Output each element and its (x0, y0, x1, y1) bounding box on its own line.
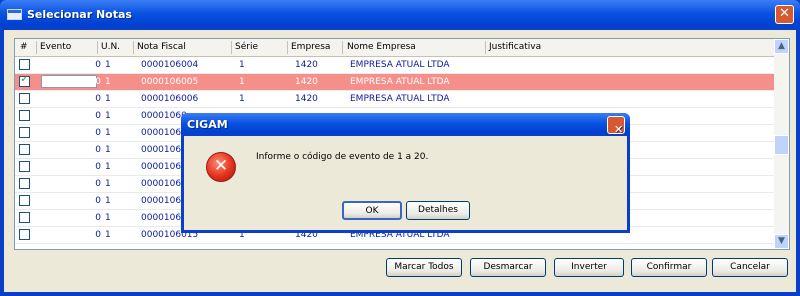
cell-evento: 0 (95, 179, 101, 189)
cell-nota-fiscal: 00001060 (141, 145, 187, 155)
row-checkbox[interactable] (19, 178, 30, 189)
col-header-nota-fiscal[interactable]: Nota Fiscal (137, 42, 186, 52)
col-header-empresa[interactable]: Empresa (291, 42, 330, 52)
cell-evento: 0 (95, 94, 101, 104)
cell-un: 1 (105, 179, 111, 189)
cell-un: 1 (105, 77, 111, 87)
cell-un: 1 (105, 230, 111, 240)
grid-vertical-scrollbar[interactable]: ▲ ▼ (774, 39, 789, 249)
cell-evento: 0 (95, 60, 101, 70)
marcar-todos-button[interactable]: Marcar Todos (386, 258, 462, 277)
cell-nota-fiscal: 00001060 (141, 162, 187, 172)
cell-evento: 0 (95, 77, 101, 87)
dialog-titlebar[interactable]: CIGAM ✕ (181, 113, 630, 136)
cell-nota-fiscal: 0000106005 (141, 77, 199, 87)
cell-un: 1 (105, 213, 111, 223)
cell-evento: 0 (95, 213, 101, 223)
cell-nota-fiscal: 0000106006 (141, 94, 199, 104)
cell-un: 1 (105, 162, 111, 172)
dialog-message: Informe o código de evento de 1 a 20. (256, 152, 429, 162)
row-checkbox[interactable] (19, 212, 30, 223)
detalhes-button[interactable]: Detalhes (406, 201, 470, 220)
desmarcar-button[interactable]: Desmarcar (470, 258, 546, 277)
row-checkbox[interactable] (19, 229, 30, 240)
cell-evento: 0 (95, 128, 101, 138)
cell-un: 1 (105, 60, 111, 70)
cancelar-button[interactable]: Cancelar (712, 258, 788, 277)
col-header-check[interactable]: # (20, 42, 28, 52)
col-header-evento[interactable]: Evento (40, 42, 71, 52)
window-titlebar[interactable]: Selecionar Notas ✕ (0, 0, 800, 30)
evento-edit-field[interactable] (41, 75, 97, 88)
row-checkbox[interactable] (19, 144, 30, 155)
table-row[interactable]: 0 1 0000106004 1 1420 EMPRESA ATUAL LTDA (15, 57, 775, 74)
col-header-nome-empresa[interactable]: Nome Empresa (347, 42, 416, 52)
col-header-justificativa[interactable]: Justificativa (489, 42, 541, 52)
error-icon: ✕ (206, 152, 236, 182)
table-row[interactable]: ✓ 0 1 0000106005 1 1420 EMPRESA ATUAL LTDA (15, 74, 775, 91)
cell-un: 1 (105, 145, 111, 155)
scroll-thumb[interactable] (774, 135, 789, 155)
window-app-icon (7, 9, 22, 20)
row-checkbox[interactable] (19, 161, 30, 172)
cell-serie: 1 (239, 60, 245, 70)
cell-evento: 0 (95, 145, 101, 155)
cell-nome-empresa: EMPRESA ATUAL LTDA (350, 60, 450, 70)
scroll-up-arrow-icon[interactable]: ▲ (774, 39, 789, 54)
scroll-down-arrow-icon[interactable]: ▼ (774, 234, 789, 249)
ok-button[interactable]: OK (342, 201, 402, 220)
cell-empresa: 1420 (295, 60, 318, 70)
cell-nota-fiscal: 00001060 (141, 128, 187, 138)
grid-header: # Evento U.N. Nota Fiscal Série Empresa … (15, 39, 775, 57)
confirmar-button[interactable]: Confirmar (631, 258, 707, 277)
cell-evento: 0 (95, 111, 101, 121)
cell-nota-fiscal: 00001060 (141, 196, 187, 206)
cell-un: 1 (105, 196, 111, 206)
cell-nome-empresa: EMPRESA ATUAL LTDA (350, 94, 450, 104)
row-checkbox[interactable]: ✓ (19, 74, 30, 87)
cell-nota-fiscal: 0000106004 (141, 60, 199, 70)
row-checkbox[interactable] (19, 93, 30, 104)
cell-serie: 1 (239, 94, 245, 104)
cell-un: 1 (105, 111, 111, 121)
cell-un: 1 (105, 94, 111, 104)
cell-empresa: 1420 (295, 94, 318, 104)
close-icon: ✕ (779, 6, 790, 21)
window-close-button[interactable]: ✕ (775, 5, 794, 24)
table-row[interactable]: 0 1 0000106006 1 1420 EMPRESA ATUAL LTDA (15, 91, 775, 108)
row-checkbox[interactable] (19, 59, 30, 70)
dialog-body: ✕ Informe o código de evento de 1 a 20. … (184, 136, 627, 230)
cell-nota-fiscal: 00001060 (141, 111, 187, 121)
close-icon: ✕ (614, 123, 624, 136)
col-header-serie[interactable]: Série (235, 42, 258, 52)
dialog-close-button[interactable]: ✕ (607, 116, 625, 136)
checkmark-icon: ✓ (20, 74, 29, 85)
row-checkbox[interactable] (19, 195, 30, 206)
inverter-button[interactable]: Inverter (554, 258, 624, 277)
dialog-title: CIGAM (187, 118, 228, 131)
row-checkbox[interactable] (19, 110, 30, 121)
window-title: Selecionar Notas (27, 8, 132, 21)
cell-nome-empresa: EMPRESA ATUAL LTDA (350, 77, 450, 87)
cell-un: 1 (105, 128, 111, 138)
row-checkbox[interactable] (19, 127, 30, 138)
cell-nota-fiscal: 00001060 (141, 179, 187, 189)
col-header-un[interactable]: U.N. (101, 42, 120, 52)
cell-empresa: 1420 (295, 77, 318, 87)
cell-nota-fiscal: 00001060 (141, 213, 187, 223)
error-dialog: CIGAM ✕ ✕ Informe o código de evento de … (181, 113, 630, 233)
cell-evento: 0 (95, 230, 101, 240)
cell-serie: 1 (239, 77, 245, 87)
cell-evento: 0 (95, 196, 101, 206)
cell-evento: 0 (95, 162, 101, 172)
